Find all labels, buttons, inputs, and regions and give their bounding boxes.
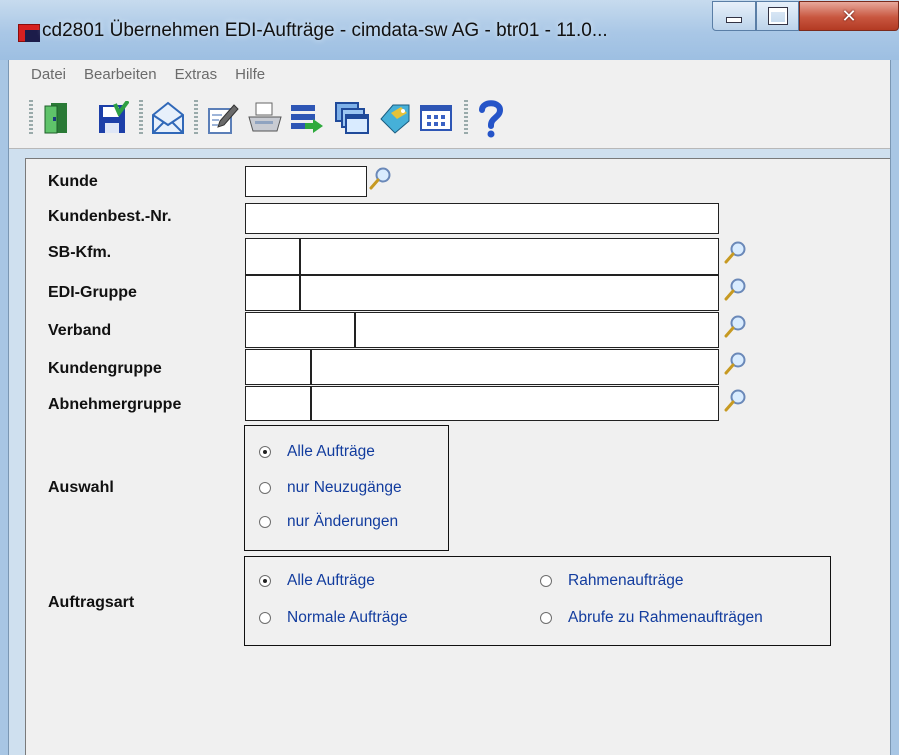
radio-selected-icon (259, 446, 271, 458)
list-transfer-icon[interactable] (288, 98, 326, 138)
menu-datei[interactable]: Datei (9, 66, 75, 83)
auftragsart-option-label: Alle Aufträge (287, 572, 375, 589)
edi-gruppe-name-field[interactable] (245, 275, 719, 311)
sb-kfm-lookup-search-icon[interactable] (724, 240, 748, 264)
label-sb-kfm: SB-Kfm. (48, 244, 112, 261)
window-frame-right (890, 60, 899, 755)
verband-code-input[interactable] (245, 312, 356, 348)
toolbar-grip (29, 100, 33, 136)
radio-icon (259, 482, 271, 494)
minimize-icon (726, 17, 742, 23)
abnehmergruppe-name-field[interactable] (245, 386, 719, 421)
windows-icon[interactable] (333, 98, 371, 138)
auftragsart-radio-group (244, 556, 831, 646)
auswahl-option-label: nur Neuzugänge (287, 479, 402, 496)
sb-kfm-code-input[interactable] (245, 238, 301, 275)
label-auftragsart: Auftragsart (48, 594, 135, 611)
close-button[interactable]: ✕ (799, 1, 899, 31)
auswahl-option-label: Alle Aufträge (287, 443, 375, 460)
menu-bearbeiten[interactable]: Bearbeiten (75, 66, 166, 83)
radio-icon (540, 575, 552, 587)
kundengruppe-name-field[interactable] (245, 349, 719, 385)
toolbar-separator (194, 100, 198, 136)
auftragsart-option-label: Rahmenaufträge (568, 572, 684, 589)
tag-icon[interactable] (376, 98, 414, 138)
auftragsart-option-rahmen[interactable]: Rahmenaufträge (540, 572, 683, 590)
label-kunde: Kunde (48, 173, 98, 190)
maximize-button[interactable] (756, 1, 799, 31)
radio-icon (540, 612, 552, 624)
abnehmergruppe-lookup-search-icon[interactable] (724, 388, 748, 412)
kundenbest-nr-input[interactable] (245, 203, 719, 234)
sb-kfm-name-field[interactable] (245, 238, 719, 275)
auftragsart-option-alle[interactable]: Alle Aufträge (259, 572, 375, 590)
label-kundengruppe: Kundengruppe (48, 360, 162, 377)
title-bar: cd2801 Übernehmen EDI-Aufträge - cimdata… (0, 0, 899, 60)
auftragsart-option-label: Normale Aufträge (287, 609, 408, 626)
edi-gruppe-code-input[interactable] (245, 275, 301, 311)
help-icon[interactable] (472, 98, 510, 138)
radio-icon (259, 612, 271, 624)
maximize-icon (768, 8, 787, 24)
auftragsart-option-normale[interactable]: Normale Aufträge (259, 609, 408, 627)
radio-icon (259, 516, 271, 528)
kundengruppe-lookup-search-icon[interactable] (724, 351, 748, 375)
label-kundenbest-nr: Kundenbest.-Nr. (48, 208, 172, 225)
verband-lookup-search-icon[interactable] (724, 314, 748, 338)
toolbar-separator (464, 100, 468, 136)
label-abnehmergruppe: Abnehmergruppe (48, 396, 182, 413)
abnehmergruppe-code-input[interactable] (245, 386, 312, 421)
menu-hilfe[interactable]: Hilfe (226, 66, 274, 83)
auftragsart-option-label: Abrufe zu Rahmenaufträgen (568, 609, 763, 626)
app-icon[interactable] (18, 24, 40, 42)
radio-selected-icon (259, 575, 271, 587)
auswahl-option-neuzugaenge[interactable]: nur Neuzugänge (259, 479, 402, 497)
auftragsart-option-abrufe[interactable]: Abrufe zu Rahmenaufträgen (540, 609, 763, 627)
close-icon: ✕ (841, 5, 857, 27)
label-verband: Verband (48, 322, 112, 339)
save-icon[interactable] (94, 98, 132, 138)
auswahl-option-label: nur Änderungen (287, 513, 399, 530)
auswahl-option-aenderungen[interactable]: nur Änderungen (259, 513, 398, 531)
minimize-button[interactable] (712, 1, 756, 31)
toolbar (9, 88, 890, 149)
menu-bar: Datei Bearbeiten Extras Hilfe (9, 60, 890, 88)
edit-icon[interactable] (204, 98, 242, 138)
edi-gruppe-lookup-search-icon[interactable] (724, 277, 748, 301)
exit-door-icon[interactable] (37, 98, 75, 138)
mail-icon[interactable] (149, 98, 187, 138)
grid-icon[interactable] (417, 98, 455, 138)
kunde-lookup-search-icon[interactable] (369, 166, 393, 190)
window-frame-left (0, 60, 9, 755)
print-icon[interactable] (246, 98, 284, 138)
toolbar-separator (139, 100, 143, 136)
auswahl-option-alle[interactable]: Alle Aufträge (259, 443, 375, 461)
kunde-input[interactable] (245, 166, 367, 197)
label-edi-gruppe: EDI-Gruppe (48, 284, 137, 301)
window-title: cd2801 Übernehmen EDI-Aufträge - cimdata… (42, 20, 608, 41)
label-auswahl: Auswahl (48, 479, 114, 496)
kundengruppe-code-input[interactable] (245, 349, 312, 385)
menu-extras[interactable]: Extras (166, 66, 227, 83)
